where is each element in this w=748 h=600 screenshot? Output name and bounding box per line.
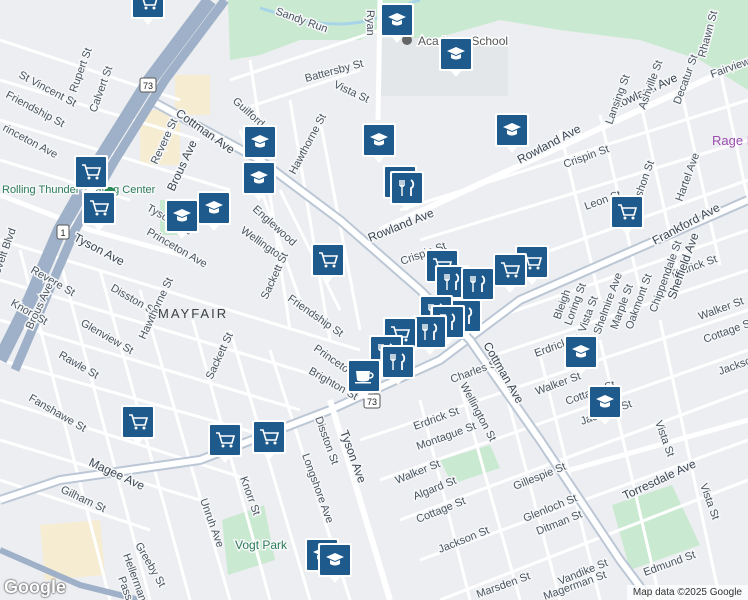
restaurant-marker[interactable] [390,171,424,211]
store-marker[interactable] [311,243,345,283]
place-label-business: Rage R [712,133,748,148]
route-shield-73-north: 73 [139,77,157,93]
school-marker[interactable] [242,161,276,201]
store-marker[interactable] [493,253,527,293]
store-marker[interactable] [208,423,242,463]
svg-text:1: 1 [60,228,65,238]
store-marker[interactable] [82,191,116,231]
label-ryan: Ryan [364,10,376,36]
svg-text:73: 73 [367,397,377,407]
store-marker[interactable] [610,195,644,235]
school-marker[interactable] [165,199,199,239]
place-label-vogt-park: Vogt Park [235,538,288,552]
school-marker[interactable] [197,191,231,231]
route-shield-1: 1 [56,224,70,240]
cafe-marker[interactable] [347,359,381,399]
school-marker[interactable] [588,385,622,425]
restaurant-marker[interactable] [381,345,415,385]
school-marker[interactable] [318,543,352,583]
school-marker[interactable] [564,335,598,375]
school-marker[interactable] [243,125,277,165]
school-marker[interactable] [439,37,473,77]
area-label-mayfair: MAYFAIR [158,306,228,321]
school-marker[interactable] [362,123,396,163]
svg-text:73: 73 [143,81,153,91]
store-marker[interactable] [252,420,286,460]
store-marker[interactable] [74,155,108,195]
school-marker[interactable] [495,113,529,153]
restaurant-marker[interactable] [413,315,447,355]
store-marker[interactable] [121,405,155,445]
map-attribution[interactable]: Map data ©2025 Google [626,585,748,600]
map-canvas[interactable]: 73 1 73 Sandy Run Ryan Battersby St Vist… [0,0,748,600]
google-logo[interactable]: Google [4,577,66,598]
school-marker[interactable] [380,3,414,43]
